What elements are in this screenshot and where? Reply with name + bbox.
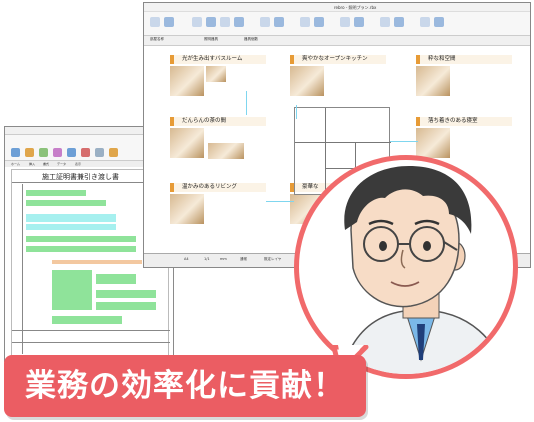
toolbar-icon[interactable] [206, 17, 216, 27]
form-cell[interactable] [26, 246, 136, 252]
toolbar-icon[interactable] [39, 148, 48, 157]
form-cell[interactable] [96, 302, 156, 310]
room-photo [206, 66, 226, 82]
form-cell[interactable] [26, 200, 106, 206]
headline-text: 業務の効率化に貢献！ [25, 368, 345, 404]
tab-view[interactable]: 表示 [75, 161, 81, 167]
toolbar-icon[interactable] [420, 17, 430, 27]
form-cell[interactable] [96, 290, 156, 298]
toolbar-icon[interactable] [274, 17, 284, 27]
toolbar-icon[interactable] [220, 17, 230, 27]
status-mode: 通常 [240, 257, 247, 261]
status-layer: 既定レイヤ [264, 257, 282, 261]
toolbar-icon[interactable] [95, 148, 104, 157]
plan-subtoolbar: 部屋名称 照明器具 器具個数 [144, 36, 530, 46]
room-photo [170, 128, 204, 158]
status-unit: mm [220, 257, 227, 261]
tab-insert[interactable]: 挿入 [29, 161, 35, 167]
panel-title: 爽やかなオープンキッチン [290, 55, 386, 64]
form-cell[interactable] [96, 274, 136, 284]
toolbar-icon[interactable] [300, 17, 310, 27]
field-label[interactable]: 器具個数 [244, 37, 258, 42]
panel-title: 粋な和空間 [416, 55, 512, 64]
leader-line [296, 105, 297, 119]
room-photo [208, 143, 244, 159]
field-label[interactable]: 照明器具 [204, 37, 218, 42]
field-label[interactable]: 部屋名称 [150, 37, 164, 42]
document-title: 施工証明書兼引き渡し書 [42, 173, 119, 181]
status-paper: A4 [184, 257, 189, 261]
leader-line [390, 141, 418, 142]
toolbar-icon[interactable] [354, 17, 364, 27]
toolbar-icon[interactable] [340, 17, 350, 27]
panel-title: 光が生み出すバスルーム [170, 55, 266, 64]
status-page: 1/1 [204, 257, 210, 261]
room-panel[interactable]: 粋な和空間 [416, 55, 512, 105]
room-panel[interactable]: 温かみのあるリビング [170, 183, 266, 233]
toolbar-icon[interactable] [234, 17, 244, 27]
room-photo [170, 194, 204, 224]
character-circle [294, 155, 518, 379]
form-cell[interactable] [52, 260, 142, 264]
headline-banner: 業務の効率化に貢献！ [4, 355, 366, 417]
room-panel[interactable]: 爽やかなオープンキッチン [290, 55, 386, 105]
tab-format[interactable]: 書式 [43, 161, 49, 167]
panel-title: 落ち着きのある寝室 [416, 117, 512, 126]
leader-line [246, 91, 247, 115]
toolbar-icon[interactable] [434, 17, 444, 27]
grid-line [12, 342, 170, 343]
panel-title: だんらんの茶の間 [170, 117, 266, 126]
panel-title: 温かみのあるリビング [170, 183, 266, 192]
form-cell[interactable] [52, 316, 122, 324]
room-photo [290, 66, 324, 96]
toolbar-icon[interactable] [11, 148, 20, 157]
toolbar-icon[interactable] [394, 17, 404, 27]
toolbar-icon[interactable] [192, 17, 202, 27]
toolbar-icon[interactable] [164, 17, 174, 27]
form-cell[interactable] [26, 224, 116, 230]
form-cell[interactable] [26, 236, 136, 242]
toolbar-icon[interactable] [67, 148, 76, 157]
toolbar-icon[interactable] [81, 148, 90, 157]
room-panel[interactable]: 光が生み出すバスルーム [170, 55, 266, 105]
toolbar-icon[interactable] [314, 17, 324, 27]
toolbar-icon[interactable] [260, 17, 270, 27]
window-title: rebro - 照明プラン.rbx [334, 5, 377, 10]
promo-stage: ホーム 挿入 書式 データ 表示 施工証明書兼引き渡し書 rebro - 照明プ… [0, 0, 534, 422]
grid-line [12, 330, 170, 331]
form-cell[interactable] [26, 190, 86, 196]
form-cell[interactable] [52, 270, 92, 310]
form-cell[interactable] [26, 214, 116, 222]
tab-data[interactable]: データ [57, 161, 66, 167]
toolbar-icon[interactable] [150, 17, 160, 27]
wall-line [295, 142, 391, 143]
plan-titlebar: rebro - 照明プラン.rbx [144, 3, 530, 12]
grid-line [22, 184, 23, 354]
room-panel[interactable]: だんらんの茶の間 [170, 117, 266, 167]
toolbar-icon[interactable] [53, 148, 62, 157]
toolbar-icon[interactable] [25, 148, 34, 157]
toolbar-icon[interactable] [109, 148, 118, 157]
plan-ribbon [144, 12, 530, 36]
tab-home[interactable]: ホーム [11, 161, 20, 167]
leader-line [266, 201, 294, 202]
room-photo [416, 66, 450, 96]
room-photo [170, 66, 204, 96]
room-photo [416, 128, 450, 158]
toolbar-icon[interactable] [380, 17, 390, 27]
